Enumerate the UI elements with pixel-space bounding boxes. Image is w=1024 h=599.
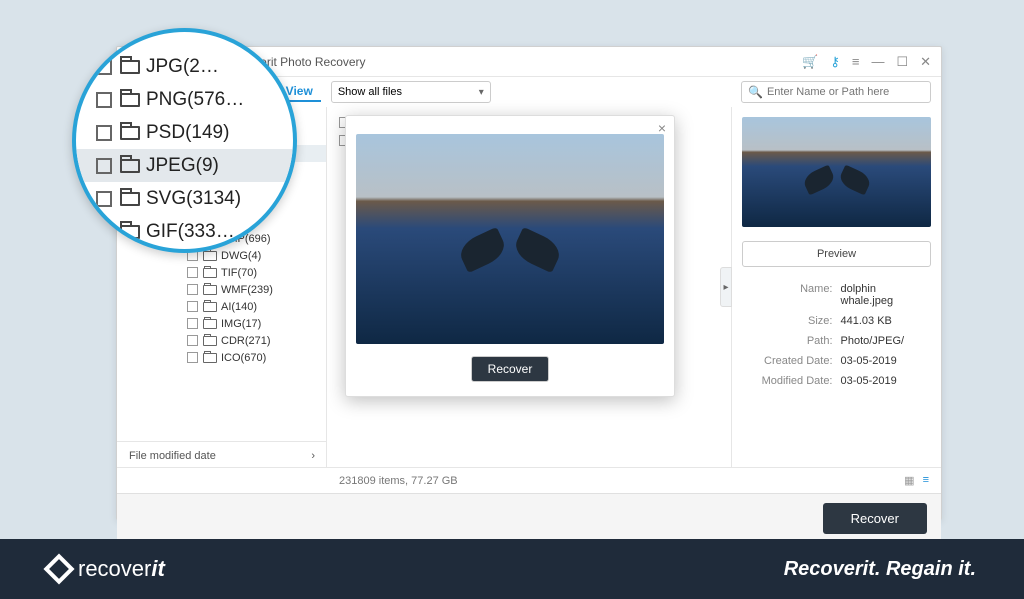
- lens-item-label: SVG(3134): [146, 188, 241, 210]
- folder-icon: [120, 192, 140, 206]
- search-input[interactable]: [767, 86, 924, 98]
- checkbox-icon[interactable]: [187, 284, 198, 295]
- sidebar-item[interactable]: IMG(17): [117, 315, 326, 332]
- meta-key: Name:: [742, 283, 833, 307]
- lens-item[interactable]: JPEG(9): [76, 149, 293, 182]
- checkbox-icon[interactable]: [96, 92, 112, 108]
- folder-icon: [120, 93, 140, 107]
- folder-icon: [120, 225, 140, 239]
- folder-icon: [120, 126, 140, 140]
- menu-icon[interactable]: ≡: [852, 54, 860, 69]
- sidebar-item[interactable]: AI(140): [117, 298, 326, 315]
- checkbox-icon[interactable]: [187, 335, 198, 346]
- main-area: × Recover ▸: [327, 107, 731, 467]
- checkbox-icon[interactable]: [187, 318, 198, 329]
- modal-recover-button[interactable]: Recover: [471, 356, 550, 382]
- sidebar-item-label: DWG(4): [221, 250, 261, 262]
- checkbox-icon[interactable]: [96, 125, 112, 141]
- file-metadata: Name:dolphin whale.jpegSize:441.03 KBPat…: [742, 279, 931, 391]
- meta-value: Photo/JPEG/: [833, 335, 932, 347]
- sidebar-item-label: TIF(70): [221, 267, 257, 279]
- preview-image: [356, 134, 664, 344]
- meta-value: dolphin whale.jpeg: [833, 283, 932, 307]
- folder-icon: [203, 336, 217, 346]
- close-icon[interactable]: ✕: [920, 54, 931, 70]
- lens-item[interactable]: SVG(3134): [76, 182, 293, 215]
- sidebar-item[interactable]: DWG(4): [117, 247, 326, 264]
- brand-tagline: Recoverit. Regain it.: [784, 558, 976, 581]
- search-icon: 🔍: [748, 85, 763, 99]
- folder-icon: [203, 251, 217, 261]
- maximize-icon[interactable]: ☐: [896, 54, 908, 70]
- folder-icon: [120, 159, 140, 173]
- meta-row: Size:441.03 KB: [742, 311, 931, 331]
- sidebar-item-label: WMF(239): [221, 284, 273, 296]
- cart-icon[interactable]: 🛒: [802, 54, 818, 70]
- logo-diamond-icon: [43, 553, 74, 584]
- meta-row: Name:dolphin whale.jpeg: [742, 279, 931, 311]
- preview-panel: Preview Name:dolphin whale.jpegSize:441.…: [731, 107, 941, 467]
- titlebar-controls: 🛒 ⚷ ≡ — ☐ ✕: [802, 54, 931, 70]
- lens-item-label: JPG(2…: [146, 56, 219, 78]
- meta-key: Modified Date:: [742, 375, 833, 387]
- filter-select[interactable]: Show all files: [331, 81, 491, 103]
- preview-button[interactable]: Preview: [742, 241, 931, 267]
- folder-icon: [203, 268, 217, 278]
- filter-select-label: Show all files: [338, 86, 402, 98]
- checkbox-icon[interactable]: [187, 267, 198, 278]
- meta-row: Path:Photo/JPEG/: [742, 331, 931, 351]
- minimize-icon[interactable]: —: [871, 54, 884, 69]
- lens-item-label: GIF(333…: [146, 221, 235, 243]
- sidebar-item-label: CDR(271): [221, 335, 271, 347]
- meta-row: Modified Date:03-05-2019: [742, 371, 931, 391]
- sidebar-footer[interactable]: File modified date ›: [117, 441, 327, 469]
- checkbox-icon[interactable]: [96, 224, 112, 240]
- panel-expand-handle[interactable]: ▸: [720, 267, 732, 307]
- folder-icon: [203, 285, 217, 295]
- meta-key: Created Date:: [742, 355, 833, 367]
- lens-item[interactable]: PSD(149): [76, 116, 293, 149]
- sidebar-item-label: IMG(17): [221, 318, 261, 330]
- checkbox-icon[interactable]: [96, 59, 112, 75]
- lens-item-label: PSD(149): [146, 122, 229, 144]
- chevron-right-icon: ›: [311, 450, 315, 462]
- folder-icon: [120, 60, 140, 74]
- lens-item[interactable]: PNG(576…: [76, 83, 293, 116]
- sidebar-item[interactable]: CDR(271): [117, 332, 326, 349]
- view-list-icon[interactable]: ≡: [923, 474, 929, 487]
- sidebar-item[interactable]: TIF(70): [117, 264, 326, 281]
- status-bar: 231809 items, 77.27 GB ▦ ≡: [117, 467, 941, 493]
- lens-item-label: JPEG(9): [146, 155, 219, 177]
- checkbox-icon[interactable]: [96, 191, 112, 207]
- checkbox-icon[interactable]: [96, 158, 112, 174]
- folder-icon: [203, 302, 217, 312]
- meta-value: 03-05-2019: [833, 355, 932, 367]
- view-grid-icon[interactable]: ▦: [904, 474, 914, 487]
- brand-bar: recoverit Recoverit. Regain it.: [0, 539, 1024, 599]
- meta-key: Path:: [742, 335, 833, 347]
- sidebar-item[interactable]: WMF(239): [117, 281, 326, 298]
- checkbox-icon[interactable]: [187, 352, 198, 363]
- footer: Recover: [117, 493, 941, 543]
- folder-icon: [203, 353, 217, 363]
- sidebar-item[interactable]: ICO(670): [117, 349, 326, 366]
- meta-value: 03-05-2019: [833, 375, 932, 387]
- magnifier-lens: JPG(2… PNG(576… PSD(149) JPEG(9) SVG(3134) GI…: [72, 28, 297, 253]
- checkbox-icon[interactable]: [187, 301, 198, 312]
- recover-button[interactable]: Recover: [823, 503, 927, 534]
- meta-key: Size:: [742, 315, 833, 327]
- sidebar-item-label: AI(140): [221, 301, 257, 313]
- status-text: 231809 items, 77.27 GB: [339, 475, 458, 487]
- lens-item-label: PNG(576…: [146, 89, 244, 111]
- key-icon[interactable]: ⚷: [830, 54, 840, 70]
- preview-modal: × Recover: [345, 115, 675, 397]
- folder-icon: [203, 319, 217, 329]
- search-box[interactable]: 🔍: [741, 81, 931, 103]
- preview-thumbnail: [742, 117, 931, 227]
- sidebar-footer-label: File modified date: [129, 450, 216, 462]
- meta-value: 441.03 KB: [833, 315, 932, 327]
- sidebar-item-label: ICO(670): [221, 352, 266, 364]
- brand-logo: recoverit: [48, 556, 165, 582]
- meta-row: Created Date:03-05-2019: [742, 351, 931, 371]
